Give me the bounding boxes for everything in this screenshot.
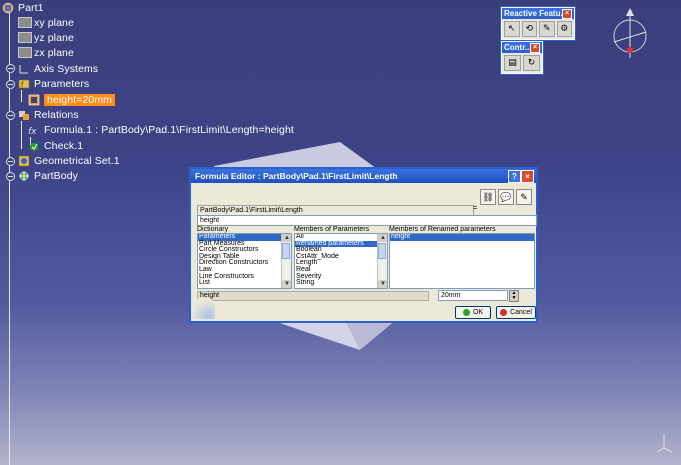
tree-item-label: Relations [34, 108, 79, 121]
tree-item-label: Check.1 [44, 139, 84, 152]
eraser-icon[interactable]: ✎ [516, 189, 532, 205]
tree-item-height-param[interactable]: height=20mm [28, 92, 116, 107]
tree-item-label: Geometrical Set.1 [34, 154, 120, 167]
axis-system-icon [18, 63, 32, 75]
tree-item-label: Parameters [34, 77, 90, 90]
value-input[interactable]: 20mm [438, 290, 508, 301]
3d-viewport[interactable]: Part1 xy plane yz plane zx plane Axis Sy… [0, 0, 681, 465]
tree-item-relations[interactable]: Relations [18, 107, 79, 122]
relations-icon [18, 109, 32, 121]
toolbar-title: Contr... [504, 43, 532, 52]
control-icon[interactable]: ▤ [504, 55, 521, 71]
help-button[interactable]: ? [508, 170, 521, 183]
parameter-link-icon[interactable]: ⛓ [480, 189, 496, 205]
scrollbar[interactable]: ▲ ▼ [281, 234, 291, 288]
tree-item-partbody[interactable]: PartBody [18, 168, 78, 183]
refresh-icon[interactable]: ↻ [523, 55, 540, 71]
scrollbar[interactable]: ▲ ▼ [377, 234, 387, 288]
formula-input[interactable]: height [197, 215, 537, 226]
renamed-members-list[interactable]: height [389, 233, 535, 289]
tree-item-parameters[interactable]: f Parameters [18, 76, 89, 91]
ok-label: OK [472, 309, 484, 316]
edit-rule-icon[interactable]: ✎ [539, 21, 555, 37]
geometrical-set-icon [18, 155, 32, 167]
dictionary-list[interactable]: Parameters Part Measures Circle Construc… [197, 233, 292, 289]
plane-icon [18, 17, 32, 28]
reactive-feature-icon[interactable]: ⟲ [521, 21, 537, 37]
tree-item-label: zx plane [34, 46, 74, 59]
list-item[interactable]: height [390, 234, 534, 241]
ok-button[interactable]: OK [455, 306, 491, 319]
tree-root-part1[interactable]: Part1 [2, 0, 44, 15]
control-toolbar[interactable]: Contr... × ▤ ↻ [501, 41, 543, 74]
tree-item-formula[interactable]: fx Formula.1 : PartBody\Pad.1\FirstLimit… [28, 122, 294, 137]
dictionary-label: Dictionary [197, 226, 229, 233]
knowledge-icon[interactable]: ⚙ [556, 21, 572, 37]
cancel-label: Cancel [510, 309, 532, 316]
tree-item-label: Formula.1 : PartBody\Pad.1\FirstLimit\Le… [44, 123, 294, 136]
close-icon[interactable]: × [562, 9, 572, 19]
dialog-titlebar[interactable]: Formula Editor : PartBody\Pad.1\FirstLim… [191, 169, 536, 183]
ok-icon [462, 309, 470, 316]
plane-icon [18, 32, 32, 43]
close-icon[interactable]: × [530, 43, 540, 53]
tree-item-check[interactable]: Check.1 [28, 138, 83, 153]
tree-item-geometrical-set[interactable]: Geometrical Set.1 [18, 153, 120, 168]
expand-node[interactable] [6, 111, 15, 120]
tree-item-label: height=20mm [44, 93, 116, 106]
dialog-decoration [193, 297, 215, 319]
expand-node[interactable] [6, 80, 15, 89]
part-icon [2, 2, 16, 14]
expand-node[interactable] [6, 64, 15, 73]
plane-icon [18, 47, 32, 58]
formula-editor-dialog: Formula Editor : PartBody\Pad.1\FirstLim… [189, 167, 538, 323]
dialog-title: Formula Editor : PartBody\Pad.1\FirstLim… [195, 171, 398, 181]
expand-node[interactable] [6, 172, 15, 181]
cancel-icon [500, 309, 508, 316]
members-list[interactable]: All Renamed parameters Boolean CstAttr_M… [294, 233, 388, 289]
tree-item-label: PartBody [34, 169, 78, 182]
comment-icon[interactable]: 💬 [498, 189, 514, 205]
compass-icon[interactable] [610, 6, 658, 60]
tree-root-label: Part1 [18, 1, 44, 14]
equals-sign: = [473, 205, 478, 212]
tree-item-label: Axis Systems [34, 62, 99, 75]
tree-item-xy-plane[interactable]: xy plane [18, 15, 74, 30]
parameter-icon [28, 94, 42, 106]
parameters-icon: f [18, 78, 32, 90]
reactive-features-toolbar[interactable]: Reactive Featu... × ↖ ⟲ ✎ ⚙ [501, 7, 575, 40]
close-button[interactable]: × [521, 170, 534, 183]
selected-parameter-display: height [197, 291, 429, 301]
select-icon[interactable]: ↖ [504, 21, 520, 37]
renamed-members-label: Members of Renamed parameters [389, 226, 496, 233]
check-icon [28, 140, 42, 152]
tree-item-label: yz plane [34, 31, 74, 44]
axis-glyph-icon [656, 434, 673, 453]
formula-icon: fx [28, 124, 42, 137]
tree-item-axis-systems[interactable]: Axis Systems [18, 61, 98, 76]
list-item[interactable]: Line Constructors [198, 273, 291, 281]
tree-item-zx-plane[interactable]: zx plane [18, 45, 74, 60]
members-label: Members of Parameters [294, 226, 370, 233]
value-spinner[interactable]: ▲ ▼ [509, 290, 519, 302]
svg-text:fx: fx [28, 127, 37, 136]
cancel-button[interactable]: Cancel [496, 306, 536, 319]
tree-item-label: xy plane [34, 16, 74, 29]
expand-node[interactable] [6, 157, 15, 166]
tree-item-yz-plane[interactable]: yz plane [18, 30, 74, 45]
list-item[interactable]: String [295, 279, 387, 287]
list-item[interactable]: List [198, 279, 291, 287]
toolbar-title: Reactive Featu... [504, 9, 568, 18]
partbody-icon [18, 170, 32, 182]
